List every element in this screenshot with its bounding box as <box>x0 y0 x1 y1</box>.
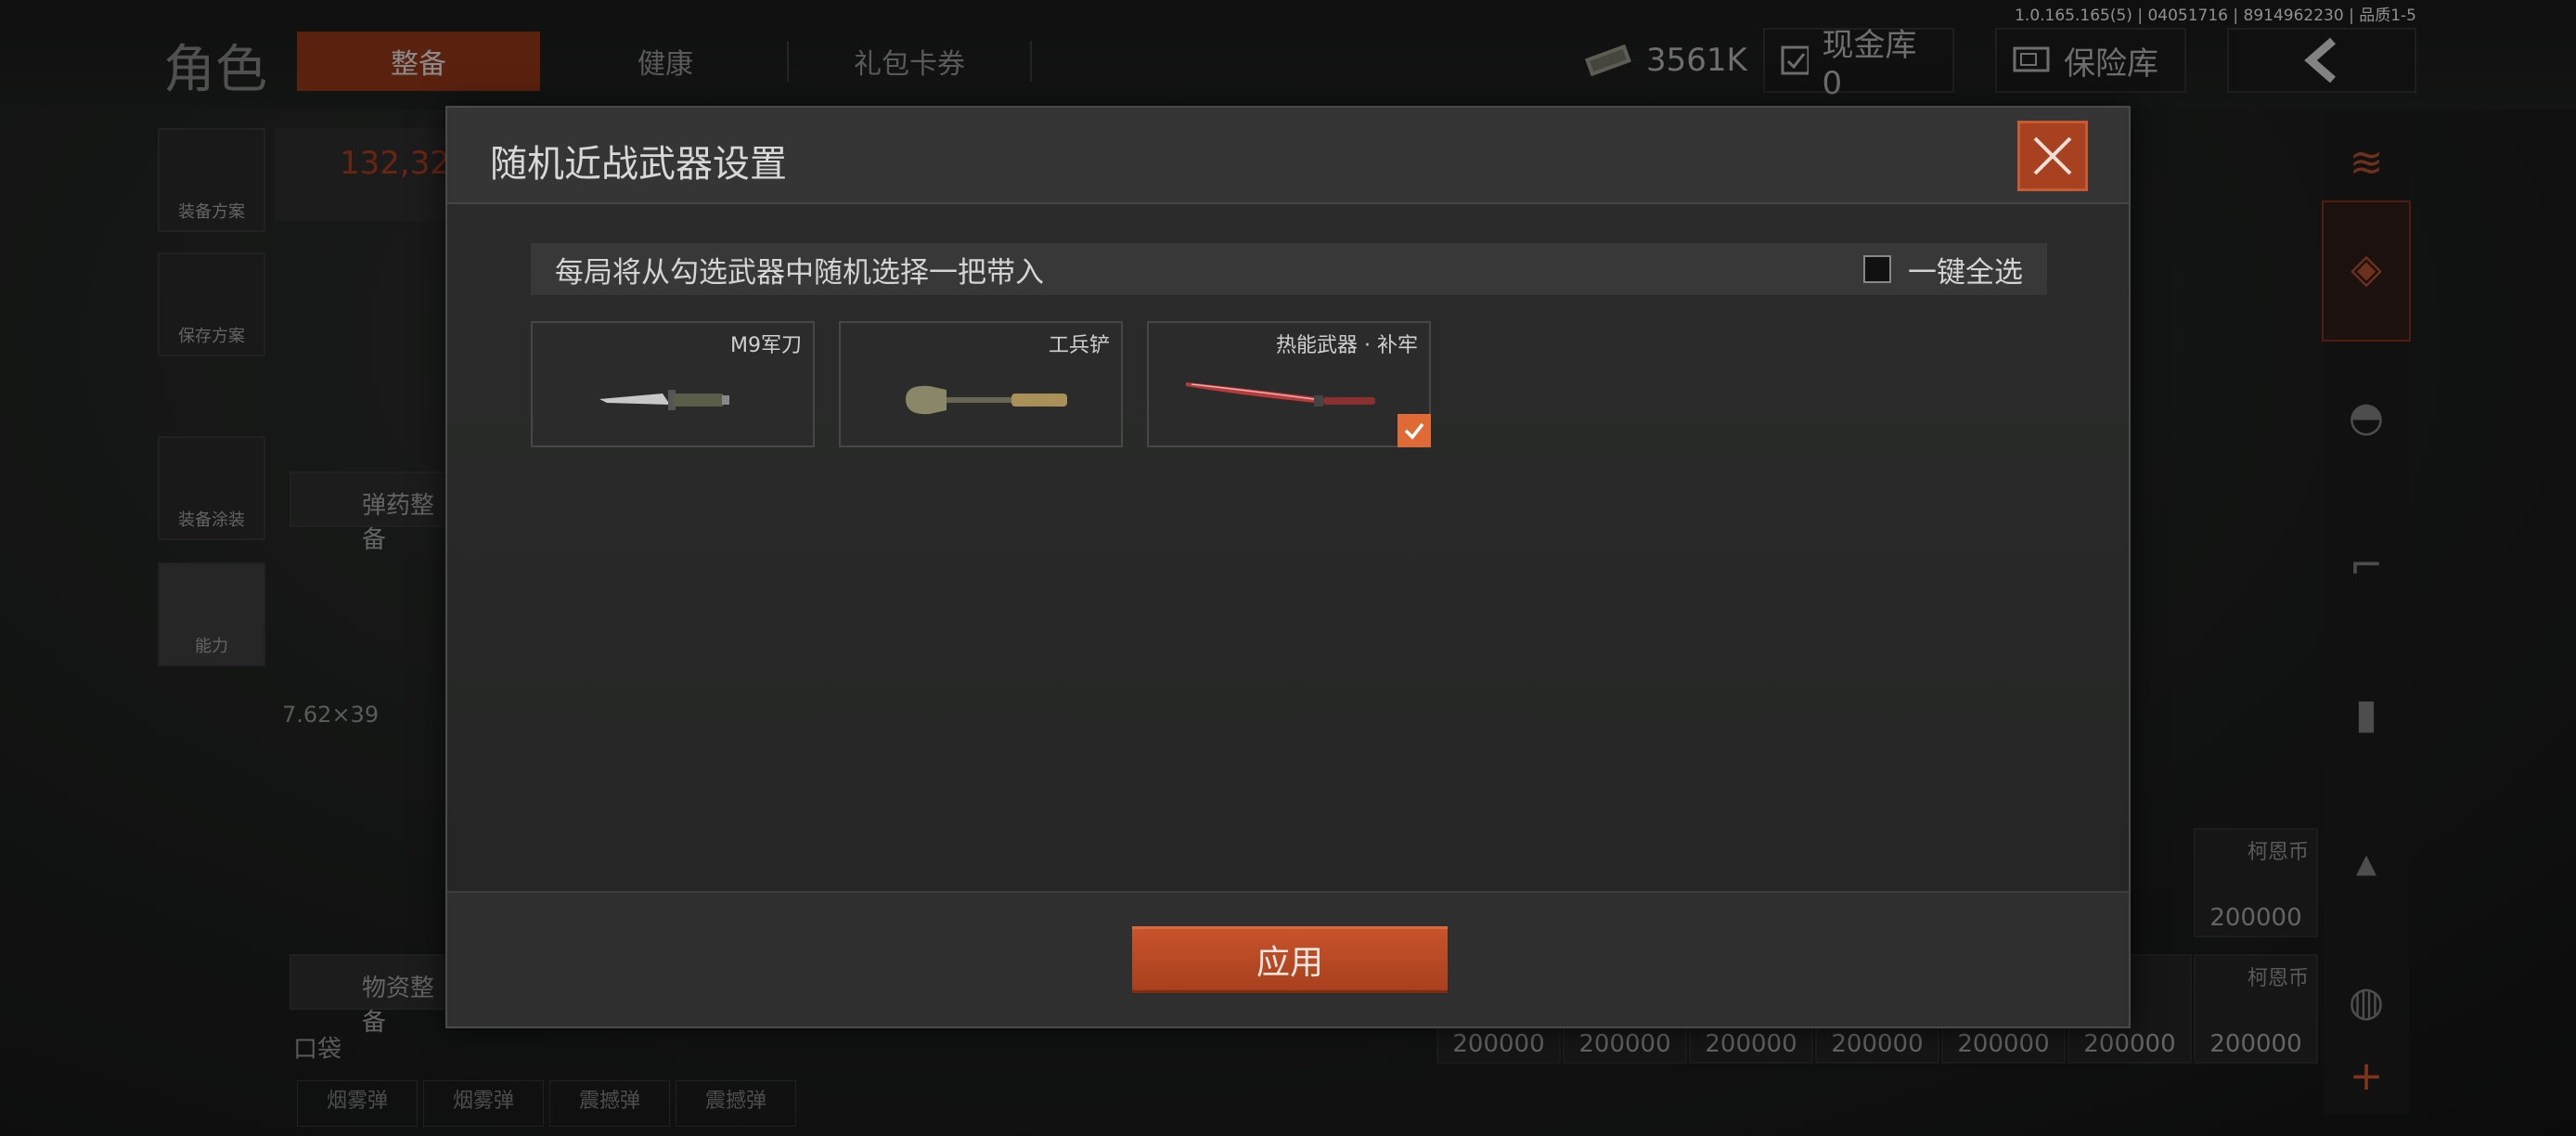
shovel-icon <box>906 385 1067 415</box>
select-all-toggle[interactable]: 一键全选 <box>1863 243 2023 295</box>
weapon-name: 工兵铲 <box>1048 334 1110 357</box>
close-icon <box>2033 136 2072 175</box>
info-bar: 每局将从勾选武器中随机选择一把带入 一键全选 <box>531 243 2047 295</box>
close-button[interactable] <box>2017 121 2088 191</box>
info-text: 每局将从勾选武器中随机选择一把带入 <box>555 255 1044 290</box>
screen: { "version": "1.0.165.165(5) | 04051716 … <box>0 0 2576 1136</box>
weapon-card-thermal-blade[interactable]: 热能武器 · 补牢 <box>1147 321 1431 447</box>
dialog-header: 随机近战武器设置 <box>447 108 2129 204</box>
weapon-card-shovel[interactable]: 工兵铲 <box>839 321 1123 447</box>
select-all-label: 一键全选 <box>1908 255 2023 290</box>
melee-weapon-dialog: 随机近战武器设置 每局将从勾选武器中随机选择一把带入 一键全选 M9军刀 工兵铲… <box>445 106 2131 1028</box>
knife-icon <box>599 390 729 410</box>
weapon-card-m9[interactable]: M9军刀 <box>531 321 815 447</box>
dialog-title: 随机近战武器设置 <box>490 143 787 186</box>
dialog-footer: 应用 <box>447 891 2129 1026</box>
thermal-blade-icon <box>1186 382 1375 407</box>
select-all-checkbox[interactable] <box>1863 255 1891 283</box>
weapon-name: M9军刀 <box>730 334 802 357</box>
weapon-checkbox-checked[interactable] <box>1397 414 1431 447</box>
check-icon <box>1404 422 1424 440</box>
apply-button[interactable]: 应用 <box>1132 926 1448 993</box>
weapon-name: 热能武器 · 补牢 <box>1276 334 1418 357</box>
